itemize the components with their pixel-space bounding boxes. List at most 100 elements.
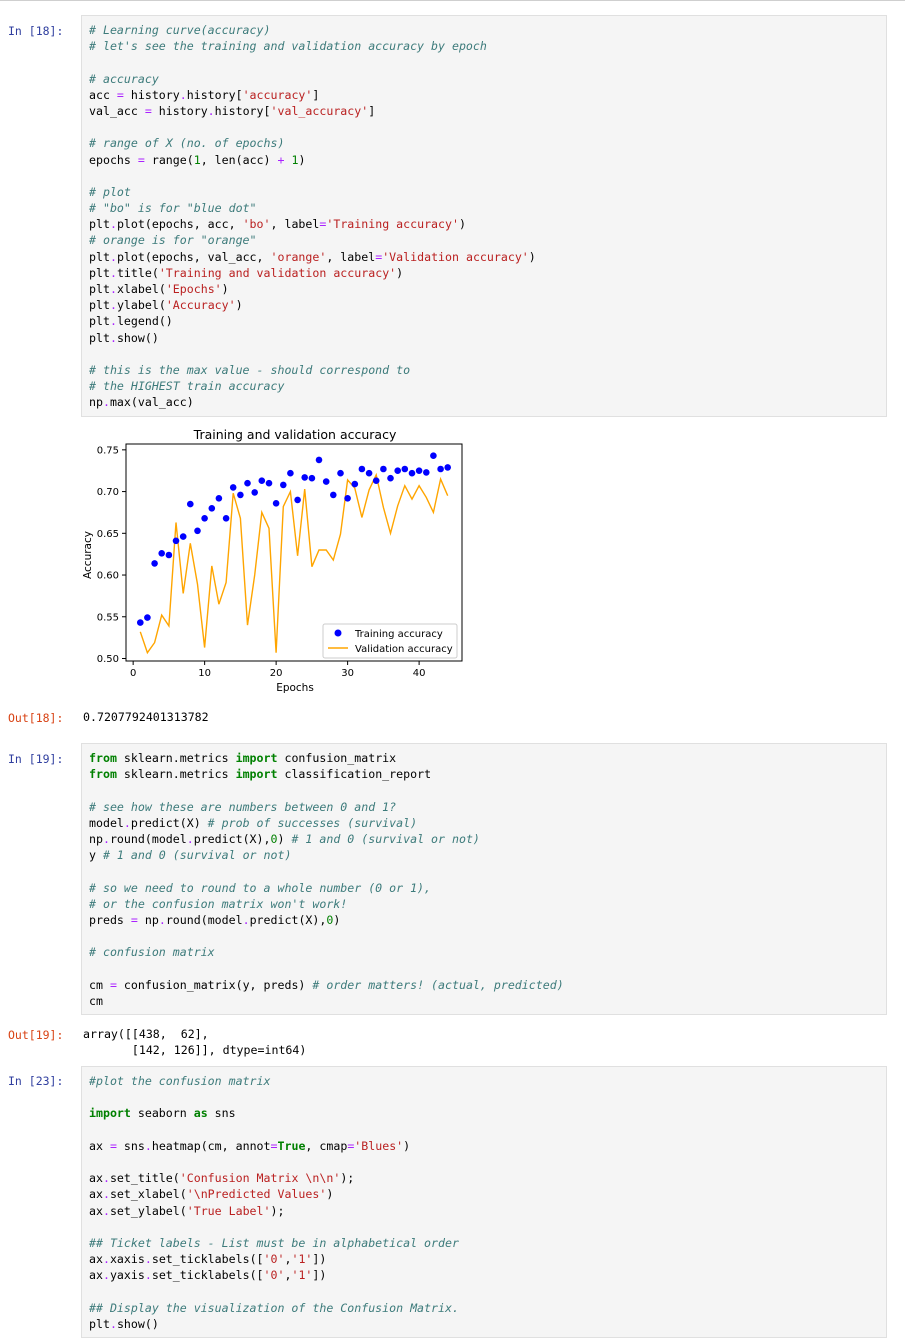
code-token: ) (235, 298, 243, 313)
code-token: history[ (186, 87, 243, 102)
code-token: sns (116, 1138, 145, 1153)
training-accuracy-point (244, 479, 251, 487)
code-token: history (123, 87, 180, 102)
code-token: np (137, 912, 159, 927)
training-accuracy-point (272, 500, 280, 507)
legend-training-marker (334, 629, 342, 637)
code-editor-19[interactable]: from sklearn.metrics import confusion_ma… (89, 750, 564, 1009)
code-token: preds (89, 912, 131, 927)
code-token: plt (89, 217, 110, 232)
training-accuracy-point (337, 469, 344, 477)
code-token: # let's see the training and validation … (89, 39, 487, 54)
code-token: ); (270, 1203, 285, 1218)
code-token: import (235, 751, 278, 765)
code-token: . (109, 330, 117, 345)
code-line: cm = confusion_matrix(y, preds) # order … (89, 977, 564, 993)
training-accuracy-point (308, 474, 316, 482)
code-token: . (109, 298, 117, 313)
code-token: '0' (263, 1252, 285, 1267)
code-token: set_ticklabels([ (151, 1268, 264, 1283)
code-line: plt.show() (89, 330, 536, 346)
code-token: 'bo' (242, 217, 271, 232)
code-token: '1' (291, 1268, 313, 1283)
code-token: . (102, 395, 110, 410)
training-accuracy-point (380, 465, 387, 473)
training-accuracy-point (137, 619, 144, 626)
code-token: . (123, 815, 131, 830)
training-accuracy-point (401, 465, 409, 473)
code-line: ax.xaxis.set_ticklabels(['0','1']) (89, 1251, 459, 1267)
code-token: ) (277, 831, 292, 846)
code-token: predict(X) (130, 815, 208, 830)
code-line: # plot (89, 184, 536, 200)
code-token: ## Ticket labels - List must be in alpha… (89, 1235, 459, 1250)
training-accuracy-point (430, 452, 437, 459)
code-token: sklearn.metrics (116, 767, 236, 782)
code-token: 'Confusion Matrix \n\n' (179, 1171, 341, 1186)
training-accuracy-point (372, 477, 380, 484)
code-token: , label (326, 249, 376, 264)
training-accuracy-point (365, 469, 373, 477)
code-token: # orange is for "orange" (89, 233, 257, 248)
training-accuracy-point (237, 491, 244, 499)
code-token: 'True Label' (186, 1203, 271, 1218)
code-token: . (109, 282, 117, 296)
training-accuracy-point (187, 500, 194, 508)
training-accuracy-point (194, 527, 201, 535)
code-token: , label (270, 217, 320, 232)
x-tick-label: 10 (198, 668, 211, 679)
code-line: plt.title('Training and validation accur… (89, 265, 536, 281)
code-line: ax.set_title('Confusion Matrix \n\n'); (89, 1170, 459, 1186)
code-line: ## Display the visualization of the Conf… (89, 1300, 459, 1316)
code-editor-23[interactable]: #plot the confusion matrix import seabor… (89, 1073, 459, 1332)
code-token: show() (116, 1316, 159, 1331)
code-token: round(model (109, 831, 187, 846)
code-token: ) (396, 265, 404, 280)
code-token: . (186, 831, 194, 846)
code-line: ax.set_xlabel('\nPredicted Values') (89, 1186, 459, 1202)
code-token: . (102, 1268, 110, 1283)
code-editor-18[interactable]: # Learning curve(accuracy) # let's see th… (89, 22, 536, 411)
code-line: np.max(val_acc) (89, 394, 536, 410)
code-token: ) (333, 912, 341, 927)
code-cell-18[interactable]: # Learning curve(accuracy) # let's see th… (81, 15, 887, 417)
code-token: plt (89, 1316, 110, 1331)
code-cell-23[interactable]: #plot the confusion matrix import seabor… (81, 1066, 887, 1338)
code-token: # order matters! (actual, predicted) (312, 977, 564, 992)
code-line: model.predict(X) # prob of successes (su… (89, 815, 564, 831)
code-token: predict(X), (193, 831, 271, 846)
code-line: plt.ylabel('Accuracy') (89, 297, 536, 313)
code-token: = (270, 1138, 278, 1153)
training-accuracy-point (208, 505, 216, 512)
code-token: 'Training accuracy' (326, 217, 459, 232)
code-line: from sklearn.metrics import classificati… (89, 766, 564, 782)
y-tick-label: 0.50 (97, 654, 119, 665)
training-accuracy-point (201, 515, 208, 522)
chart-title: Training and validation accuracy (193, 427, 397, 442)
code-token: import (89, 1106, 131, 1121)
training-accuracy-point (251, 489, 258, 496)
code-token: history[ (214, 103, 271, 118)
code-cell-19[interactable]: from sklearn.metrics import confusion_ma… (81, 743, 887, 1015)
code-token: classification_report (277, 767, 432, 782)
code-line: y # 1 and 0 (survival or not) (89, 847, 564, 863)
code-token: ) (403, 1138, 411, 1153)
code-token: ) (298, 152, 306, 167)
code-token: = (130, 912, 138, 927)
code-line: # the HIGHEST train accuracy (89, 378, 536, 394)
code-token: ylabel( (116, 298, 166, 313)
code-token: . (179, 87, 187, 102)
code-token: . (109, 265, 117, 280)
code-line: plt.plot(epochs, acc, 'bo', label='Train… (89, 216, 536, 232)
code-line: # let's see the training and validation … (89, 38, 536, 54)
code-line: # so we need to round to a whole number … (89, 880, 564, 896)
cell-18-prompt: In [18]: (8, 24, 64, 38)
code-token: model (89, 815, 124, 830)
code-token: = (137, 152, 145, 167)
code-token: ]) (312, 1268, 327, 1283)
